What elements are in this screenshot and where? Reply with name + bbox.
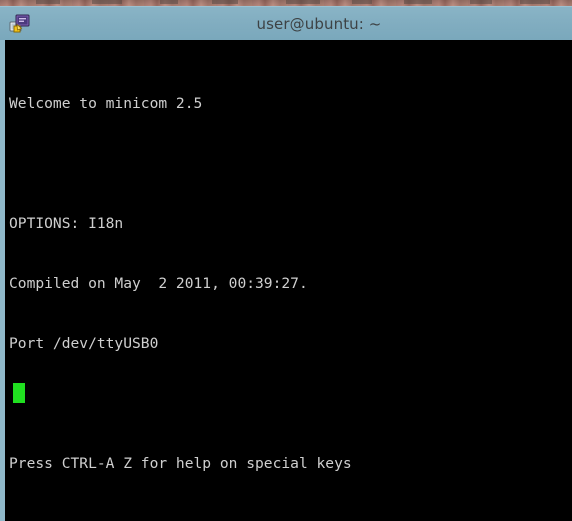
terminal-line: Port /dev/ttyUSB0 <box>9 335 159 352</box>
window-titlebar[interactable]: user@ubuntu: ~ <box>0 6 572 40</box>
terminal-frame: Welcome to minicom 2.5 OPTIONS: I18n Com… <box>0 40 572 521</box>
terminal-output-area[interactable]: Welcome to minicom 2.5 OPTIONS: I18n Com… <box>5 40 572 521</box>
terminal-cursor <box>13 383 25 403</box>
terminal-line: Press CTRL-A Z for help on special keys <box>9 455 352 472</box>
terminal-text: Welcome to minicom 2.5 OPTIONS: I18n Com… <box>9 54 352 521</box>
window-title: user@ubuntu: ~ <box>256 15 382 33</box>
terminal-line: Compiled on May 2 2011, 00:39:27. <box>9 275 308 292</box>
terminal-window: user@ubuntu: ~ Welcome to minicom 2.5 OP… <box>0 0 572 521</box>
terminal-line: OPTIONS: I18n <box>9 215 124 232</box>
terminal-line: Welcome to minicom 2.5 <box>9 95 203 112</box>
